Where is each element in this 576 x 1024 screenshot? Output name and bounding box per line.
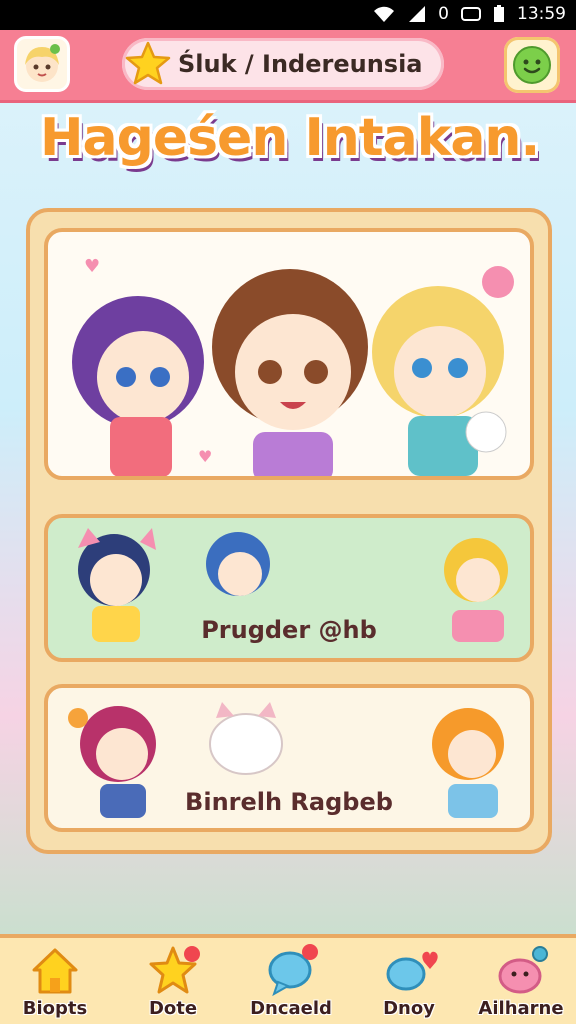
nav-item-biopts[interactable]: Biopts [0,942,110,1024]
status-bar: 0 13:59 [0,0,576,30]
nav-item-dnoy[interactable]: Dnoy [354,942,464,1024]
smiley-icon [513,46,551,84]
nav-item-dote[interactable]: Dote [118,942,228,1024]
chibi-avatar-icon [25,44,60,82]
category-card-2[interactable]: Binrelh Ragbeb [44,684,534,832]
pink-pet-icon [498,946,548,994]
heart-chat-icon [386,951,438,991]
nav-item-dncaeld[interactable]: Dncaeld [236,942,346,1024]
search-text: Śluk / Indereunsia [178,50,423,78]
wifi-icon [374,6,395,22]
chibi-group-illustration: ♥ ♥ [72,256,514,476]
clock: 13:59 [517,4,566,24]
nav-label: Ailharne [478,998,564,1019]
signal-text: 0 [438,4,449,24]
nav-label: Dncaeld [250,998,332,1019]
data-icon [461,7,481,21]
nav-label: Biopts [22,998,88,1019]
nav-item-ailharne[interactable]: Ailharne [466,942,576,1024]
search-bar[interactable]: Śluk / Indereunsia [122,38,444,90]
chat-bubble-icon [268,944,318,997]
app-header: Śluk / Indereunsia [0,30,576,103]
svg-text:♥: ♥ [84,256,100,277]
nav-label: Dnoy [383,998,435,1019]
signal-icon [409,6,426,22]
svg-text:♥: ♥ [198,447,212,466]
hero-banner[interactable]: ♥ ♥ [44,228,534,480]
card-label: Prugder @hb [201,616,377,644]
nav-label: Dote [148,998,198,1019]
character-panel: ♥ ♥ Prugder @hb Binrelh Ragbeb [26,208,552,854]
category-card-1[interactable]: Prugder @hb [44,514,534,662]
page-title: Hageśen Intakan. [40,108,540,168]
battery-icon [494,5,504,22]
avatar[interactable] [14,36,70,92]
star-icon [149,946,200,994]
profile-button[interactable] [504,37,560,93]
card-label: Binrelh Ragbeb [185,788,393,816]
bottom-nav: Biopts Dote Dncaeld Dnoy Ailharne [0,934,576,1024]
house-icon [32,948,78,994]
star-icon [125,41,171,85]
